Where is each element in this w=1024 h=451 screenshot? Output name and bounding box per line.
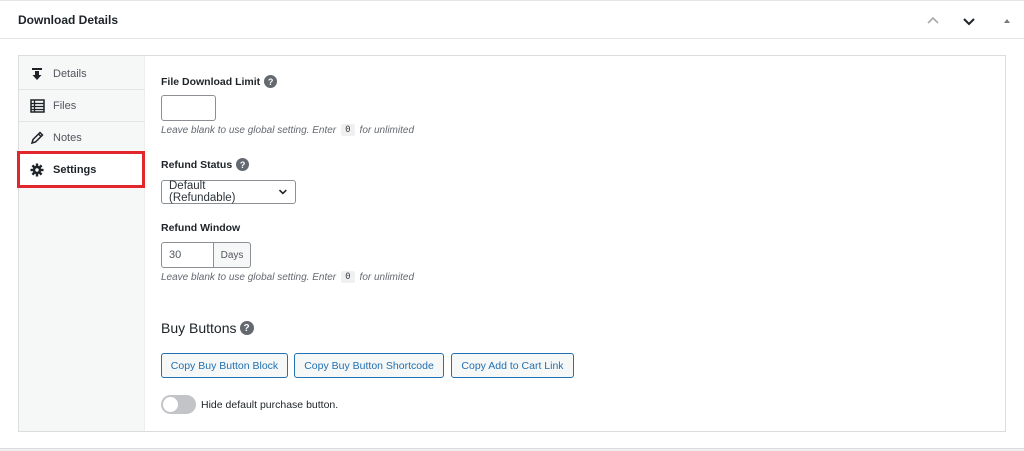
- hide-purchase-button-label: Hide default purchase button.: [201, 399, 339, 411]
- chevron-up-icon: [927, 16, 939, 24]
- help-icon[interactable]: ?: [236, 158, 250, 171]
- tab-settings[interactable]: Settings: [19, 154, 145, 187]
- settings-tabs: Details Files Notes Settings: [19, 56, 145, 431]
- toggle-panel-button[interactable]: [997, 11, 1017, 31]
- help-icon[interactable]: ?: [264, 75, 278, 88]
- copy-buy-button-block-button[interactable]: Copy Buy Button Block: [161, 353, 288, 378]
- help-icon[interactable]: ?: [239, 321, 254, 335]
- refund-status-select[interactable]: Default (Refundable): [161, 180, 296, 204]
- files-list-icon: [29, 98, 45, 114]
- download-details-box: Download Details Details Files Notes Set…: [0, 0, 1024, 449]
- chevron-down-icon: [963, 18, 975, 26]
- copy-buy-button-shortcode-button[interactable]: Copy Buy Button Shortcode: [294, 353, 444, 378]
- toggle-knob: [163, 397, 178, 412]
- download-limit-label: File Download Limit ?: [161, 75, 278, 88]
- copy-add-to-cart-link-button[interactable]: Copy Add to Cart Link: [451, 353, 574, 378]
- tab-settings-label: Settings: [53, 164, 97, 176]
- buy-buttons-title: Buy Buttons ?: [161, 320, 254, 336]
- tab-files[interactable]: Files: [19, 90, 145, 122]
- postbox-header: Download Details: [0, 1, 1024, 39]
- box-title: Download Details: [18, 13, 119, 27]
- hide-purchase-button-toggle[interactable]: [161, 395, 196, 414]
- refund-window-description: Leave blank to use global setting. Enter…: [161, 271, 415, 283]
- tab-notes-label: Notes: [53, 131, 82, 144]
- move-up-button[interactable]: [923, 11, 943, 31]
- download-limit-description: Leave blank to use global setting. Enter…: [161, 124, 415, 136]
- pencil-icon: [29, 130, 45, 146]
- tab-details[interactable]: Details: [19, 58, 145, 90]
- download-limit-input[interactable]: [161, 95, 216, 121]
- refund-status-value: Default (Refundable): [169, 180, 236, 204]
- refund-window-unit: Days: [214, 242, 251, 268]
- triangle-up-icon: [1004, 19, 1010, 23]
- chevron-down-icon: [279, 189, 288, 195]
- gear-icon: [29, 162, 45, 178]
- refund-status-label: Refund Status ?: [161, 158, 250, 171]
- tab-files-label: Files: [53, 99, 77, 112]
- tab-notes[interactable]: Notes: [19, 122, 145, 154]
- refund-window-input[interactable]: [161, 242, 214, 268]
- download-icon: [29, 66, 45, 82]
- tab-details-label: Details: [53, 67, 87, 80]
- move-down-button[interactable]: [959, 11, 979, 31]
- refund-window-label: Refund Window: [161, 222, 241, 234]
